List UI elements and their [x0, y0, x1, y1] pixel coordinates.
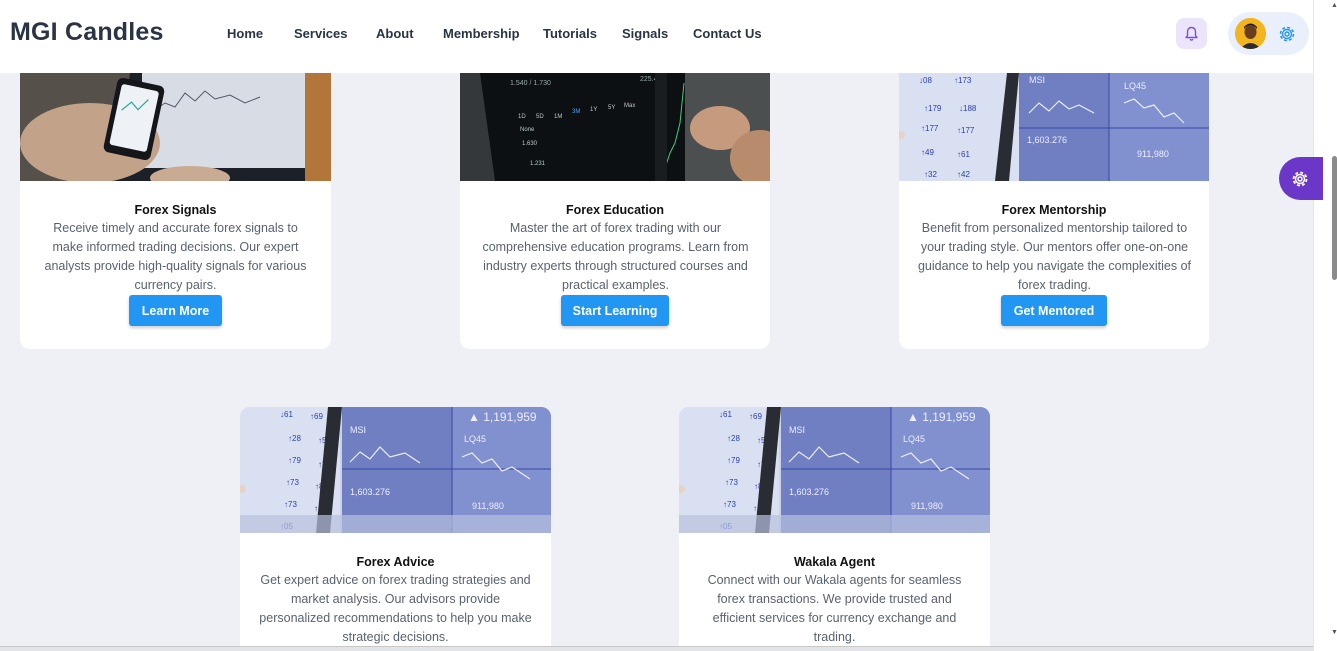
svg-text:911,980: 911,980: [1137, 149, 1169, 159]
svg-text:▲ 1,191,959: ▲ 1,191,959: [468, 410, 537, 424]
card-image-phone-chart: 1.540 / 1.730 225.408 1D 5D 1M 3M 1Y 5Y Max N…: [460, 73, 770, 181]
scroll-down-arrow[interactable]: ▼: [1331, 629, 1337, 636]
svg-text:↑73: ↑73: [286, 478, 299, 487]
svg-text:MSI: MSI: [789, 425, 805, 435]
service-card-forex-signals: Forex Signals Receive timely and accurat…: [20, 73, 331, 349]
vertical-scrollbar[interactable]: [1313, 0, 1337, 651]
svg-text:↑32: ↑32: [924, 170, 937, 179]
card-title: Forex Signals: [134, 203, 217, 217]
svg-text:1Y: 1Y: [590, 107, 597, 113]
gear-icon: [1292, 171, 1308, 186]
svg-text:LQ45: LQ45: [1124, 81, 1146, 91]
notifications-button[interactable]: [1176, 18, 1207, 49]
svg-text:None: None: [520, 127, 535, 133]
svg-text:↑177: ↑177: [957, 126, 975, 135]
nav-home[interactable]: Home: [227, 26, 263, 41]
svg-text:1,603.276: 1,603.276: [350, 487, 390, 497]
svg-text:↑61: ↑61: [957, 150, 970, 159]
card-title: Wakala Agent: [793, 555, 876, 569]
service-card-wakala-agent: ↓61↑69 ↑28↑50 ↑79↑77 ↑73↑88 ↑73↑61 ↑05 L…: [679, 407, 990, 651]
card-description: Benefit from personalized mentorship tai…: [917, 221, 1192, 292]
card-image-market-screen: ↓61↑69 ↑28↑50 ↑79↑77 ↑73↑88 ↑73↑61 ↑05 L…: [240, 407, 551, 533]
svg-text:↓61: ↓61: [280, 410, 293, 419]
svg-text:↑42: ↑42: [957, 170, 970, 179]
svg-text:1.630: 1.630: [522, 141, 538, 147]
svg-text:↑79: ↑79: [288, 456, 301, 465]
card-image-laptop-trading: [20, 73, 331, 181]
svg-text:↑69: ↑69: [749, 412, 762, 421]
brand-logo[interactable]: MGI Candles: [10, 18, 164, 47]
start-learning-button[interactable]: Start Learning: [561, 295, 669, 326]
svg-text:MSI: MSI: [1029, 75, 1045, 85]
service-card-forex-mentorship: ↓08 ↑173 ↑179 ↓188 ↑177 ↑177 ↑49 ↑61 ↑32 ↑42 …: [899, 73, 1209, 349]
svg-text:↑73: ↑73: [284, 500, 297, 509]
svg-text:↑79: ↑79: [727, 456, 740, 465]
svg-text:▲ 1,191,959: ▲ 1,191,959: [907, 410, 976, 424]
svg-text:911,980: 911,980: [911, 501, 943, 511]
svg-text:↑69: ↑69: [310, 412, 323, 421]
learn-more-button[interactable]: Learn More: [129, 295, 222, 326]
top-navbar: MGI Candles Home Services About Membersh…: [0, 0, 1313, 73]
svg-text:↓61: ↓61: [719, 410, 732, 419]
svg-text:5Y: 5Y: [608, 105, 615, 111]
svg-text:↑73: ↑73: [723, 500, 736, 509]
svg-text:↑28: ↑28: [288, 434, 301, 443]
svg-text:1.540 / 1.730: 1.540 / 1.730: [510, 80, 551, 87]
svg-text:Max: Max: [624, 103, 635, 109]
svg-text:LQ45: LQ45: [464, 434, 486, 444]
svg-text:↓188: ↓188: [959, 104, 977, 113]
card-title: Forex Education: [566, 203, 664, 217]
scroll-up-arrow[interactable]: ▲: [1331, 2, 1337, 9]
avatar[interactable]: [1235, 18, 1266, 49]
svg-text:1M: 1M: [554, 114, 562, 120]
svg-text:1,603.276: 1,603.276: [789, 487, 829, 497]
svg-text:↑73: ↑73: [725, 478, 738, 487]
nav-contact-us[interactable]: Contact Us: [693, 26, 762, 41]
svg-text:1,603.276: 1,603.276: [1027, 135, 1067, 145]
svg-text:MSI: MSI: [350, 425, 366, 435]
card-description: Connect with our Wakala agents for seaml…: [707, 573, 962, 644]
scrollbar-thumb[interactable]: [1332, 156, 1337, 280]
nav-signals[interactable]: Signals: [622, 26, 668, 41]
svg-text:↑49: ↑49: [921, 148, 934, 157]
svg-text:1.231: 1.231: [530, 161, 546, 167]
horizontal-scrollbar[interactable]: [0, 646, 1313, 651]
nav-tutorials[interactable]: Tutorials: [543, 26, 597, 41]
card-image-market-screen: ↓08 ↑173 ↑179 ↓188 ↑177 ↑177 ↑49 ↑61 ↑32 ↑42 …: [899, 73, 1209, 181]
bell-icon: [1185, 26, 1198, 41]
service-card-forex-advice: ↓61↑69 ↑28↑50 ↑79↑77 ↑73↑88 ↑73↑61 ↑05 L…: [240, 407, 551, 651]
theme-settings-button[interactable]: [1279, 157, 1323, 200]
svg-text:↑173: ↑173: [954, 76, 972, 85]
nav-membership[interactable]: Membership: [443, 26, 520, 41]
card-image-market-screen: ↓61↑69 ↑28↑50 ↑79↑77 ↑73↑88 ↑73↑61 ↑05 L…: [679, 407, 990, 533]
get-mentored-button[interactable]: Get Mentored: [1001, 295, 1107, 326]
nav-services[interactable]: Services: [294, 26, 348, 41]
card-description: Receive timely and accurate forex signal…: [44, 221, 307, 292]
card-title: Forex Mentorship: [1001, 203, 1107, 217]
service-card-forex-education: 1.540 / 1.730 225.408 1D 5D 1M 3M 1Y 5Y Max N…: [460, 73, 770, 349]
svg-text:911,980: 911,980: [472, 501, 504, 511]
svg-text:↓08: ↓08: [919, 76, 932, 85]
svg-text:1D: 1D: [518, 114, 526, 120]
card-description: Get expert advice on forex trading strat…: [259, 573, 532, 644]
svg-text:3M: 3M: [572, 109, 580, 115]
svg-text:↑179: ↑179: [924, 104, 942, 113]
svg-text:LQ45: LQ45: [903, 434, 925, 444]
svg-text:↑177: ↑177: [921, 124, 939, 133]
nav-about[interactable]: About: [376, 26, 414, 41]
svg-text:↑28: ↑28: [727, 434, 740, 443]
svg-text:5D: 5D: [536, 114, 544, 120]
user-menu[interactable]: [1228, 12, 1309, 55]
gear-icon[interactable]: [1277, 24, 1297, 44]
card-title: Forex Advice: [356, 555, 435, 569]
card-description: Master the art of forex trading with our…: [482, 221, 749, 292]
